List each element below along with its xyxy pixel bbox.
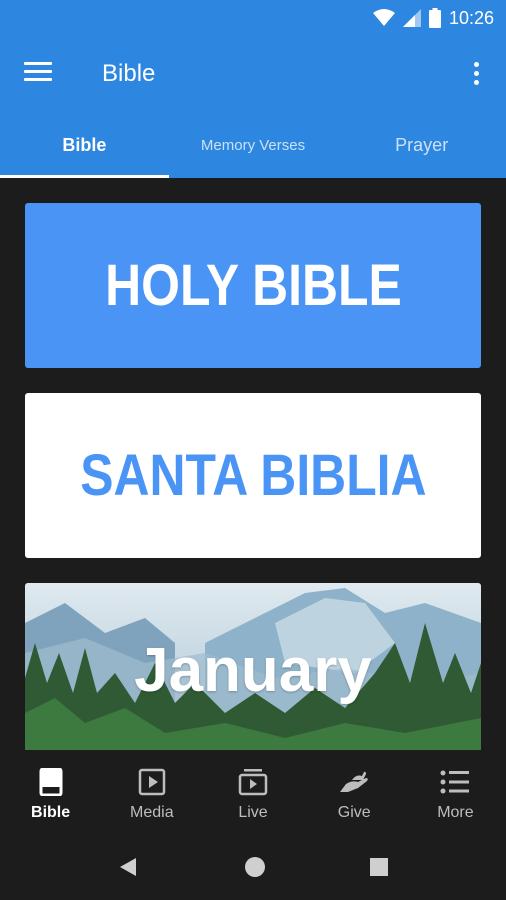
tab-prayer[interactable]: Prayer bbox=[337, 112, 506, 178]
app-bar: Bible bbox=[0, 36, 506, 112]
battery-icon bbox=[428, 8, 441, 28]
hand-give-icon bbox=[340, 771, 369, 792]
status-bar: 10:26 bbox=[0, 0, 506, 36]
nav-label: Live bbox=[238, 804, 268, 821]
nav-bible[interactable]: Bible bbox=[0, 750, 101, 836]
holy-bible-card[interactable]: HOLY BIBLE bbox=[25, 203, 481, 368]
book-icon bbox=[39, 768, 63, 796]
nav-more[interactable]: More bbox=[405, 750, 506, 836]
card-title: January bbox=[134, 636, 372, 705]
tab-bible[interactable]: Bible bbox=[0, 112, 169, 178]
more-vert-icon[interactable] bbox=[466, 58, 486, 90]
santa-biblia-card[interactable]: SANTA BIBLIA bbox=[25, 393, 481, 558]
nav-label: Give bbox=[337, 804, 371, 821]
nav-give[interactable]: Give bbox=[304, 750, 405, 836]
nav-label: More bbox=[437, 804, 474, 821]
home-icon[interactable] bbox=[244, 856, 266, 878]
list-icon bbox=[440, 770, 470, 794]
nav-label: Bible bbox=[31, 804, 71, 821]
card-title: SANTA BIBLIA bbox=[79, 443, 427, 508]
wifi-icon bbox=[372, 9, 395, 26]
system-navigation-bar bbox=[0, 836, 506, 900]
signal-icon bbox=[402, 9, 421, 27]
nav-live[interactable]: Live bbox=[202, 750, 303, 836]
live-tv-icon bbox=[238, 769, 268, 796]
recents-icon[interactable] bbox=[370, 858, 388, 876]
nav-media[interactable]: Media bbox=[101, 750, 202, 836]
tab-bar: Bible Memory Verses Prayer bbox=[0, 112, 506, 178]
back-icon[interactable] bbox=[118, 856, 138, 878]
content-list: HOLY BIBLE SANTA BIBLIA January bbox=[0, 178, 506, 750]
play-box-icon bbox=[138, 768, 166, 796]
january-card[interactable]: January bbox=[25, 583, 481, 750]
status-clock: 10:26 bbox=[448, 7, 494, 28]
tab-memory-verses[interactable]: Memory Verses bbox=[169, 112, 338, 178]
bottom-navigation: Bible Media Live Give More bbox=[0, 750, 506, 836]
card-title: HOLY BIBLE bbox=[104, 253, 402, 318]
nav-label: Media bbox=[130, 804, 174, 821]
app-title: Bible bbox=[102, 60, 156, 87]
hamburger-menu-icon[interactable] bbox=[24, 62, 54, 86]
